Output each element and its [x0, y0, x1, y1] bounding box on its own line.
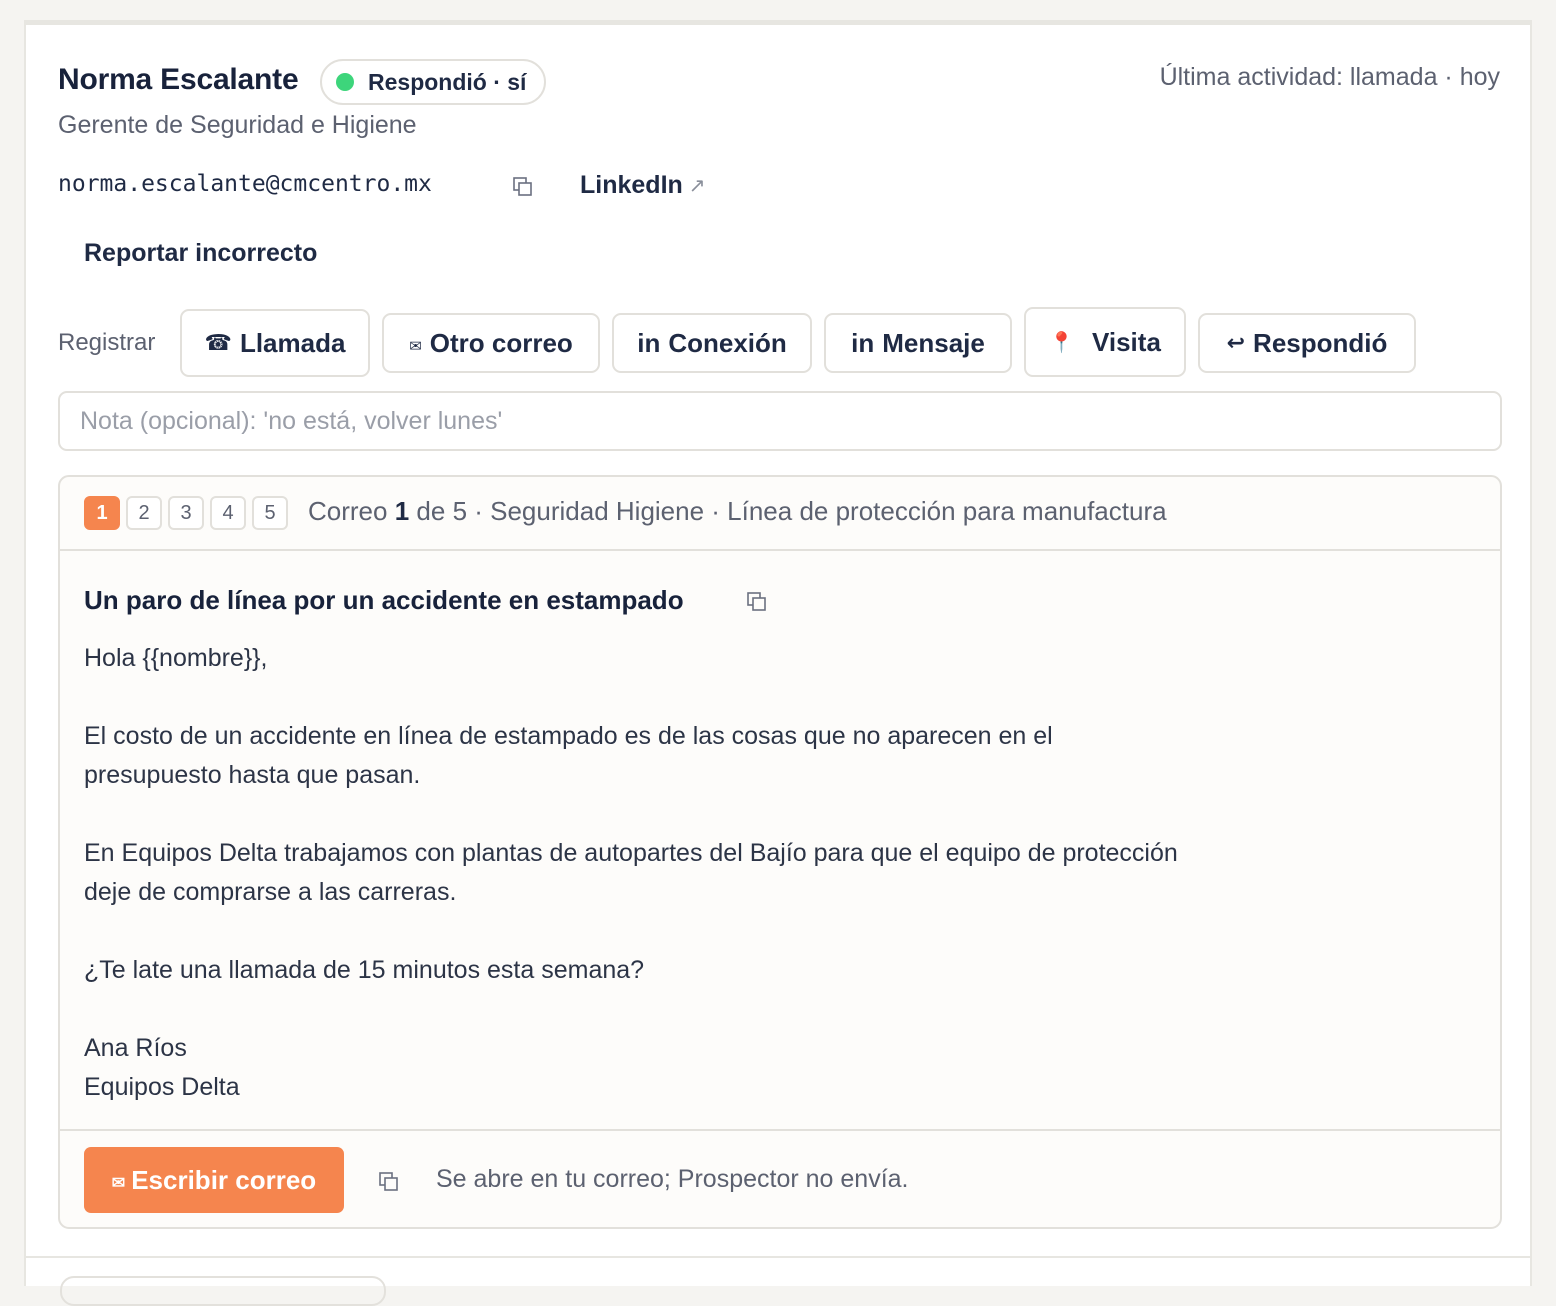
- contact-name: Norma Escalante: [58, 63, 299, 96]
- next-card-element: [60, 1276, 386, 1306]
- log-other-email-label: Otro correo: [429, 327, 573, 358]
- report-incorrect-button[interactable]: Reportar incorrecto: [84, 239, 317, 268]
- sequence-info: Correo 1 de 5 · Seguridad Higiene · Líne…: [308, 496, 1167, 527]
- sequence-step-5[interactable]: 5: [252, 496, 288, 530]
- write-email-button[interactable]: ✉ Escribir correo: [84, 1147, 344, 1213]
- email-actions: ✉ Escribir correo Se abre en tu correo; …: [60, 1129, 1500, 1227]
- email-sequence-panel: 1 2 3 4 5 Correo 1 de 5 · Seguridad Higi…: [58, 475, 1502, 1229]
- write-email-label: Escribir correo: [131, 1164, 317, 1195]
- email-greeting: Hola {{nombre}},: [84, 644, 268, 672]
- log-other-email-button[interactable]: ✉ Otro correo: [382, 313, 600, 373]
- sequence-step-2[interactable]: 2: [126, 496, 162, 530]
- copy-subject-icon[interactable]: [746, 591, 768, 613]
- sequence-step-1[interactable]: 1: [84, 496, 120, 530]
- log-message-label: Mensaje: [882, 327, 985, 358]
- email-body: Hola {{nombre}}, El costo de un accident…: [84, 639, 1184, 1107]
- log-call-button[interactable]: ☎ Llamada: [180, 309, 370, 377]
- copy-email-icon[interactable]: [512, 176, 534, 198]
- sequence-header: 1 2 3 4 5 Correo 1 de 5 · Seguridad Higi…: [60, 477, 1500, 551]
- sequence-step-3[interactable]: 3: [168, 496, 204, 530]
- sequence-step-4[interactable]: 4: [210, 496, 246, 530]
- next-contact-card: [24, 1256, 1532, 1306]
- log-message-button[interactable]: in Mensaje: [824, 313, 1012, 373]
- email-paragraph-2: En Equipos Delta trabajamos con plantas …: [84, 839, 1178, 906]
- log-visit-label: Visita: [1092, 326, 1161, 357]
- log-replied-button[interactable]: ↩ Respondió: [1198, 313, 1416, 373]
- phone-icon: ☎: [204, 330, 232, 355]
- email-signature-company: Equipos Delta: [84, 1073, 240, 1101]
- log-connection-label: Conexión: [668, 327, 787, 358]
- contact-email: norma.escalante@cmcentro.mx: [58, 171, 432, 197]
- note-input[interactable]: [58, 391, 1502, 451]
- sequence-info-suffix: de 5 · Seguridad Higiene · Línea de prot…: [416, 496, 1167, 526]
- email-signature-name: Ana Ríos: [84, 1034, 187, 1062]
- envelope-icon: ✉: [409, 338, 422, 355]
- linkedin-icon: in: [637, 327, 661, 358]
- status-dot-icon: [336, 73, 354, 91]
- pin-icon: 📍: [1049, 331, 1074, 354]
- log-call-label: Llamada: [239, 327, 346, 358]
- contact-title: Gerente de Seguridad e Higiene: [58, 111, 417, 139]
- log-connection-button[interactable]: in Conexión: [612, 313, 812, 373]
- footer-note: Se abre en tu correo; Prospector no enví…: [436, 1165, 909, 1193]
- reply-icon: ↩: [1226, 330, 1246, 355]
- last-activity: Última actividad: llamada · hoy: [1159, 63, 1500, 91]
- external-link-icon: ↗: [688, 175, 706, 197]
- status-label: Respondió · sí: [368, 68, 527, 95]
- contact-card: Norma Escalante Respondió · sí Última ac…: [24, 20, 1532, 1256]
- sequence-info-prefix: Correo: [308, 496, 388, 526]
- copy-email-body-icon[interactable]: [378, 1171, 400, 1193]
- linkedin-icon: in: [851, 327, 875, 358]
- email-paragraph-3: ¿Te late una llamada de 15 minutos esta …: [84, 956, 645, 984]
- email-subject: Un paro de línea por un accidente en est…: [84, 585, 684, 615]
- log-replied-label: Respondió: [1253, 327, 1388, 358]
- envelope-icon: ✉: [111, 1175, 126, 1192]
- log-visit-button[interactable]: 📍 Visita: [1024, 307, 1186, 377]
- linkedin-link[interactable]: LinkedIn ↗: [580, 171, 706, 200]
- status-badge[interactable]: Respondió · sí: [320, 59, 547, 105]
- linkedin-label: LinkedIn: [580, 171, 683, 199]
- register-label: Registrar: [58, 329, 156, 356]
- email-paragraph-1: El costo de un accidente en línea de est…: [84, 722, 1053, 789]
- sequence-info-current: 1: [394, 496, 410, 526]
